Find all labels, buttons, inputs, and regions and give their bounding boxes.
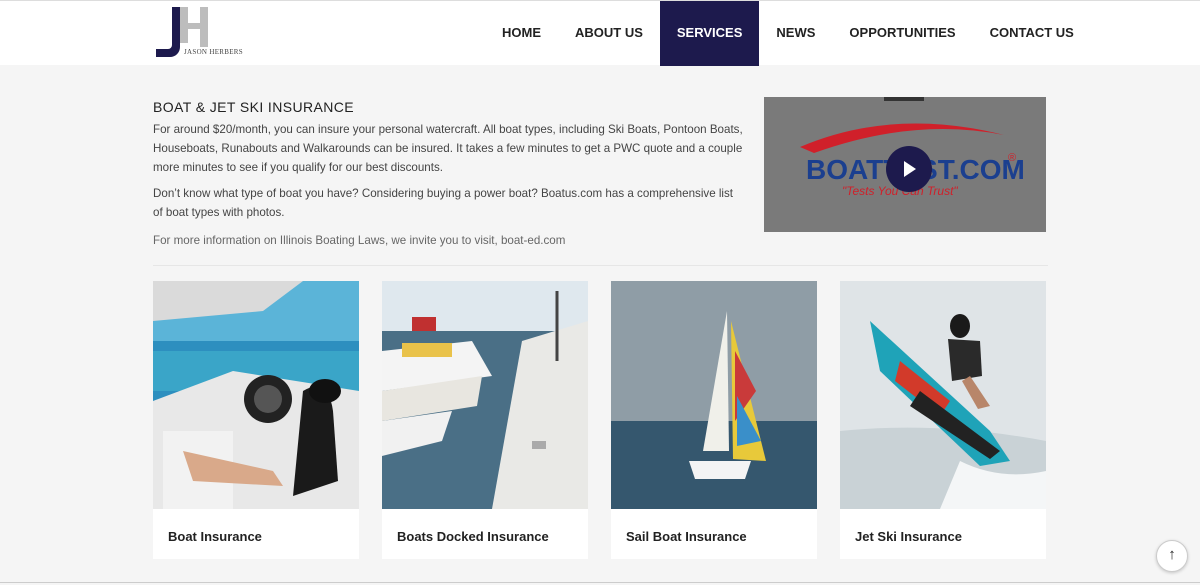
nav-news[interactable]: NEWS [759, 1, 832, 66]
nav-contact-us[interactable]: CONTACT US [973, 1, 1091, 66]
site-header: JASON HERBERS HOME ABOUT US SERVICES NEW… [0, 0, 1200, 66]
company-logo[interactable]: JASON HERBERS [154, 5, 254, 61]
sailboat-photo [611, 281, 817, 509]
intro-section: BOAT & JET SKI INSURANCE For around $20/… [153, 99, 743, 257]
nav-opportunities[interactable]: OPPORTUNITIES [832, 1, 972, 66]
section-divider [153, 265, 1048, 266]
card-title: Boats Docked Insurance [397, 529, 549, 544]
docked-boats-photo [382, 281, 588, 509]
nav-home[interactable]: HOME [485, 1, 558, 66]
jet-ski-photo [840, 281, 1046, 509]
card-boats-docked-insurance[interactable]: Boats Docked Insurance [382, 281, 588, 559]
nav-about-us[interactable]: ABOUT US [558, 1, 660, 66]
card-boat-insurance[interactable]: Boat Insurance [153, 281, 359, 559]
play-button[interactable] [886, 146, 932, 192]
page-bottom-border [0, 582, 1200, 583]
scroll-to-top-button[interactable]: ↑ [1156, 540, 1188, 572]
company-name: JASON HERBERS [184, 48, 243, 56]
main-nav: HOME ABOUT US SERVICES NEWS OPPORTUNITIE… [485, 1, 1091, 66]
card-jet-ski-insurance[interactable]: Jet Ski Insurance [840, 281, 1046, 559]
card-title: Jet Ski Insurance [855, 529, 962, 544]
registered-mark: ® [1008, 152, 1016, 164]
card-title: Boat Insurance [168, 529, 262, 544]
page-title: BOAT & JET SKI INSURANCE [153, 99, 354, 115]
boat-photo [153, 281, 359, 509]
boat-types-paragraph: Don’t know what type of boat you have? C… [153, 187, 734, 219]
intro-paragraph: For around $20/month, you can insure you… [153, 123, 743, 174]
boating-laws-paragraph: For more information on Illinois Boating… [153, 234, 566, 247]
nav-services[interactable]: SERVICES [659, 1, 760, 66]
card-title: Sail Boat Insurance [626, 529, 747, 544]
video-player[interactable]: BOATTEST.COM ® "Tests You Can Trust" [764, 97, 1046, 232]
card-sail-boat-insurance[interactable]: Sail Boat Insurance [611, 281, 817, 559]
